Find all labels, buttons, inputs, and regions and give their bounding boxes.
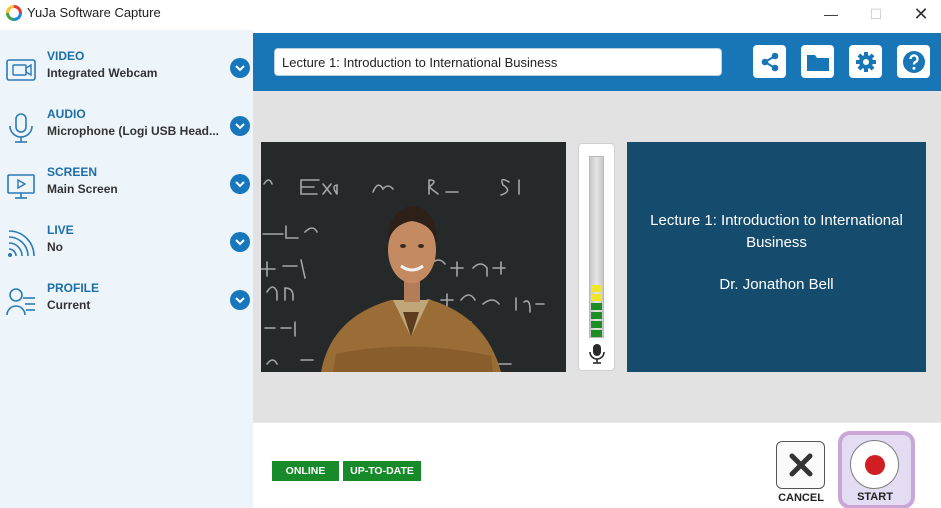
help-button[interactable] [897,45,930,78]
sidebar-item-value: Integrated Webcam [47,66,158,80]
sidebar-item-value: Microphone (Logi USB Head... [47,124,220,138]
preview-area: Lecture 1: Introduction to International… [253,91,941,422]
source-sidebar: VIDEO Integrated Webcam AUDIO Microphone… [0,30,253,508]
level-segment [591,312,602,319]
record-dot [864,454,885,475]
start-label: START [857,491,893,503]
share-button[interactable] [753,45,786,78]
folder-icon [806,54,829,71]
webcam-preview-image [261,142,566,372]
minimize-button[interactable]: — [808,0,854,28]
level-segment [591,303,602,310]
chevron-down-icon[interactable] [230,290,250,310]
title-bar: YuJa Software Capture — ☐ ✕ [0,0,941,30]
sidebar-item-value: Main Screen [47,182,118,196]
sidebar-item-title: PROFILE [47,281,100,295]
cancel-label: CANCEL [778,492,824,504]
close-window-button[interactable]: ✕ [898,0,941,28]
open-folder-button[interactable] [801,45,834,78]
webcam-preview [261,142,566,372]
level-segment [591,321,602,328]
chevron-down-icon[interactable] [230,174,250,194]
update-status-badge: UP-TO-DATE [343,461,421,481]
profile-icon [6,288,35,316]
sidebar-item-value: No [47,240,63,254]
chevron-down-icon[interactable] [230,232,250,252]
sidebar-item-value: Current [47,298,91,312]
microphone-icon [9,113,33,143]
app-title: YuJa Software Capture [27,5,161,20]
top-toolbar [253,33,941,91]
gear-icon [855,51,876,72]
cancel-icon-box [776,441,825,489]
sidebar-item-title: SCREEN [47,165,98,179]
webcam-icon [6,59,36,81]
level-segment [591,294,602,301]
slide-title: Lecture 1: Introduction to International… [650,212,903,251]
maximize-button[interactable]: ☐ [853,0,899,28]
session-title-input[interactable] [274,48,722,76]
start-recording-button[interactable]: START [849,440,901,504]
audio-level-meter [578,143,615,371]
level-segment [591,330,602,337]
sidebar-item-audio[interactable]: AUDIO Microphone (Logi USB Head... [0,105,253,163]
sidebar-item-video[interactable]: VIDEO Integrated Webcam [0,47,253,105]
app-window: YuJa Software Capture — ☐ ✕ VIDEO Integr… [0,0,941,508]
close-icon [789,453,812,477]
sidebar-item-title: VIDEO [47,49,85,63]
share-icon [761,52,778,71]
help-icon [902,50,925,73]
screen-preview: Lecture 1: Introduction to International… [627,142,926,372]
slide-author: Dr. Jonathon Bell [719,276,834,293]
sidebar-item-live[interactable]: LIVE No [0,221,253,279]
footer-bar: ONLINE UP-TO-DATE CANCEL START [253,422,941,508]
level-segment [591,285,602,292]
sidebar-item-title: LIVE [47,223,74,237]
live-broadcast-icon [8,230,35,257]
screen-icon [7,174,35,199]
cancel-button[interactable]: CANCEL [775,441,827,505]
record-icon [850,440,899,489]
yuja-logo-icon [6,5,22,21]
microphone-icon [589,344,605,364]
chevron-down-icon[interactable] [230,58,250,78]
audio-level-track [589,156,604,338]
online-status-badge: ONLINE [272,461,339,481]
sidebar-item-title: AUDIO [47,107,86,121]
sidebar-item-profile[interactable]: PROFILE Current [0,279,253,337]
sidebar-item-screen[interactable]: SCREEN Main Screen [0,163,253,221]
chevron-down-icon[interactable] [230,116,250,136]
settings-button[interactable] [849,45,882,78]
